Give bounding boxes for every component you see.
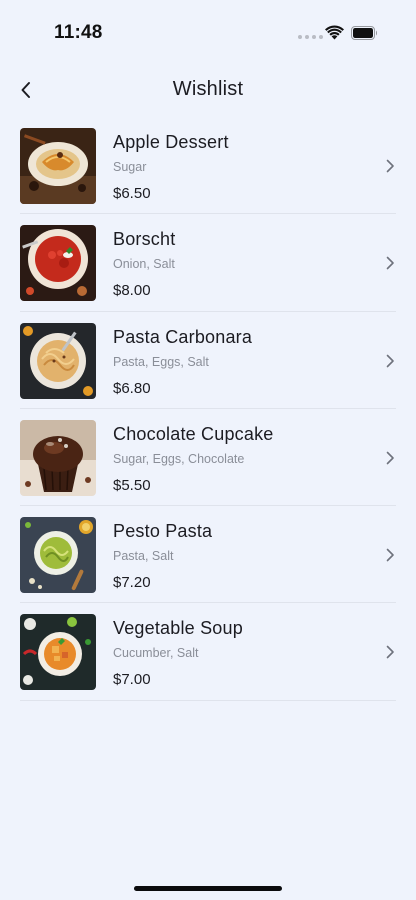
list-item[interactable]: Apple Dessert Sugar $6.50 bbox=[20, 117, 396, 215]
item-name: Borscht bbox=[113, 229, 176, 250]
apple-dessert-image bbox=[20, 128, 96, 204]
borscht-image bbox=[20, 225, 96, 302]
item-ingredients: Sugar, Eggs, Chocolate bbox=[113, 451, 245, 466]
status-time: 11:48 bbox=[54, 22, 103, 43]
header: Wishlist bbox=[0, 68, 416, 112]
list-item[interactable]: Borscht Onion, Salt $8.00 bbox=[20, 214, 396, 312]
chevron-right-icon bbox=[386, 451, 394, 465]
item-price: $6.80 bbox=[113, 379, 151, 397]
pasta-carbonara-image bbox=[20, 322, 96, 399]
wifi-icon bbox=[325, 25, 344, 40]
item-name: Apple Dessert bbox=[113, 132, 229, 152]
pesto-pasta-image bbox=[20, 517, 96, 594]
chevron-right-icon bbox=[386, 646, 394, 659]
list-item[interactable]: Pesto Pasta Pasta, Salt $7.20 bbox=[20, 506, 396, 604]
page-title: Wishlist bbox=[172, 78, 244, 100]
item-ingredients: Pasta, Eggs, Salt bbox=[113, 354, 209, 369]
vegetable-soup-image bbox=[20, 614, 96, 691]
item-name: Chocolate Cupcake bbox=[113, 423, 274, 444]
item-price: $7.00 bbox=[113, 671, 151, 689]
item-ingredients: Onion, Salt bbox=[113, 257, 175, 272]
item-name: Vegetable Soup bbox=[113, 618, 243, 639]
item-name: Pasta Carbonara bbox=[113, 326, 253, 347]
cellular-signal-icon bbox=[298, 35, 323, 39]
item-price: $5.50 bbox=[113, 476, 151, 494]
home-indicator[interactable] bbox=[134, 886, 282, 891]
item-name: Pesto Pasta bbox=[113, 521, 213, 542]
status-bar: 11:48 bbox=[0, 0, 416, 68]
list-item[interactable]: Pasta Carbonara Pasta, Eggs, Salt $6.80 bbox=[20, 312, 396, 409]
chevron-right-icon bbox=[386, 354, 394, 367]
item-ingredients: Cucumber, Salt bbox=[113, 646, 199, 661]
chevron-right-icon bbox=[386, 159, 394, 173]
chevron-right-icon bbox=[386, 256, 394, 270]
list-item[interactable]: Chocolate Cupcake Sugar, Eggs, Chocolate… bbox=[20, 409, 396, 507]
item-price: $8.00 bbox=[113, 282, 151, 300]
item-price: $7.20 bbox=[113, 574, 151, 592]
wishlist-screen: 11:48 Wishlist Apple Dessert Sugar $6.50… bbox=[0, 0, 416, 900]
item-ingredients: Sugar bbox=[113, 160, 147, 174]
chevron-right-icon bbox=[386, 548, 394, 562]
item-price: $6.50 bbox=[113, 185, 151, 202]
chocolate-cupcake-image bbox=[20, 419, 96, 496]
battery-icon bbox=[351, 26, 377, 40]
wishlist-list: Apple Dessert Sugar $6.50 Borscht Onion,… bbox=[20, 117, 396, 701]
list-item[interactable]: Vegetable Soup Cucumber, Salt $7.00 bbox=[20, 603, 396, 701]
item-ingredients: Pasta, Salt bbox=[113, 549, 174, 564]
